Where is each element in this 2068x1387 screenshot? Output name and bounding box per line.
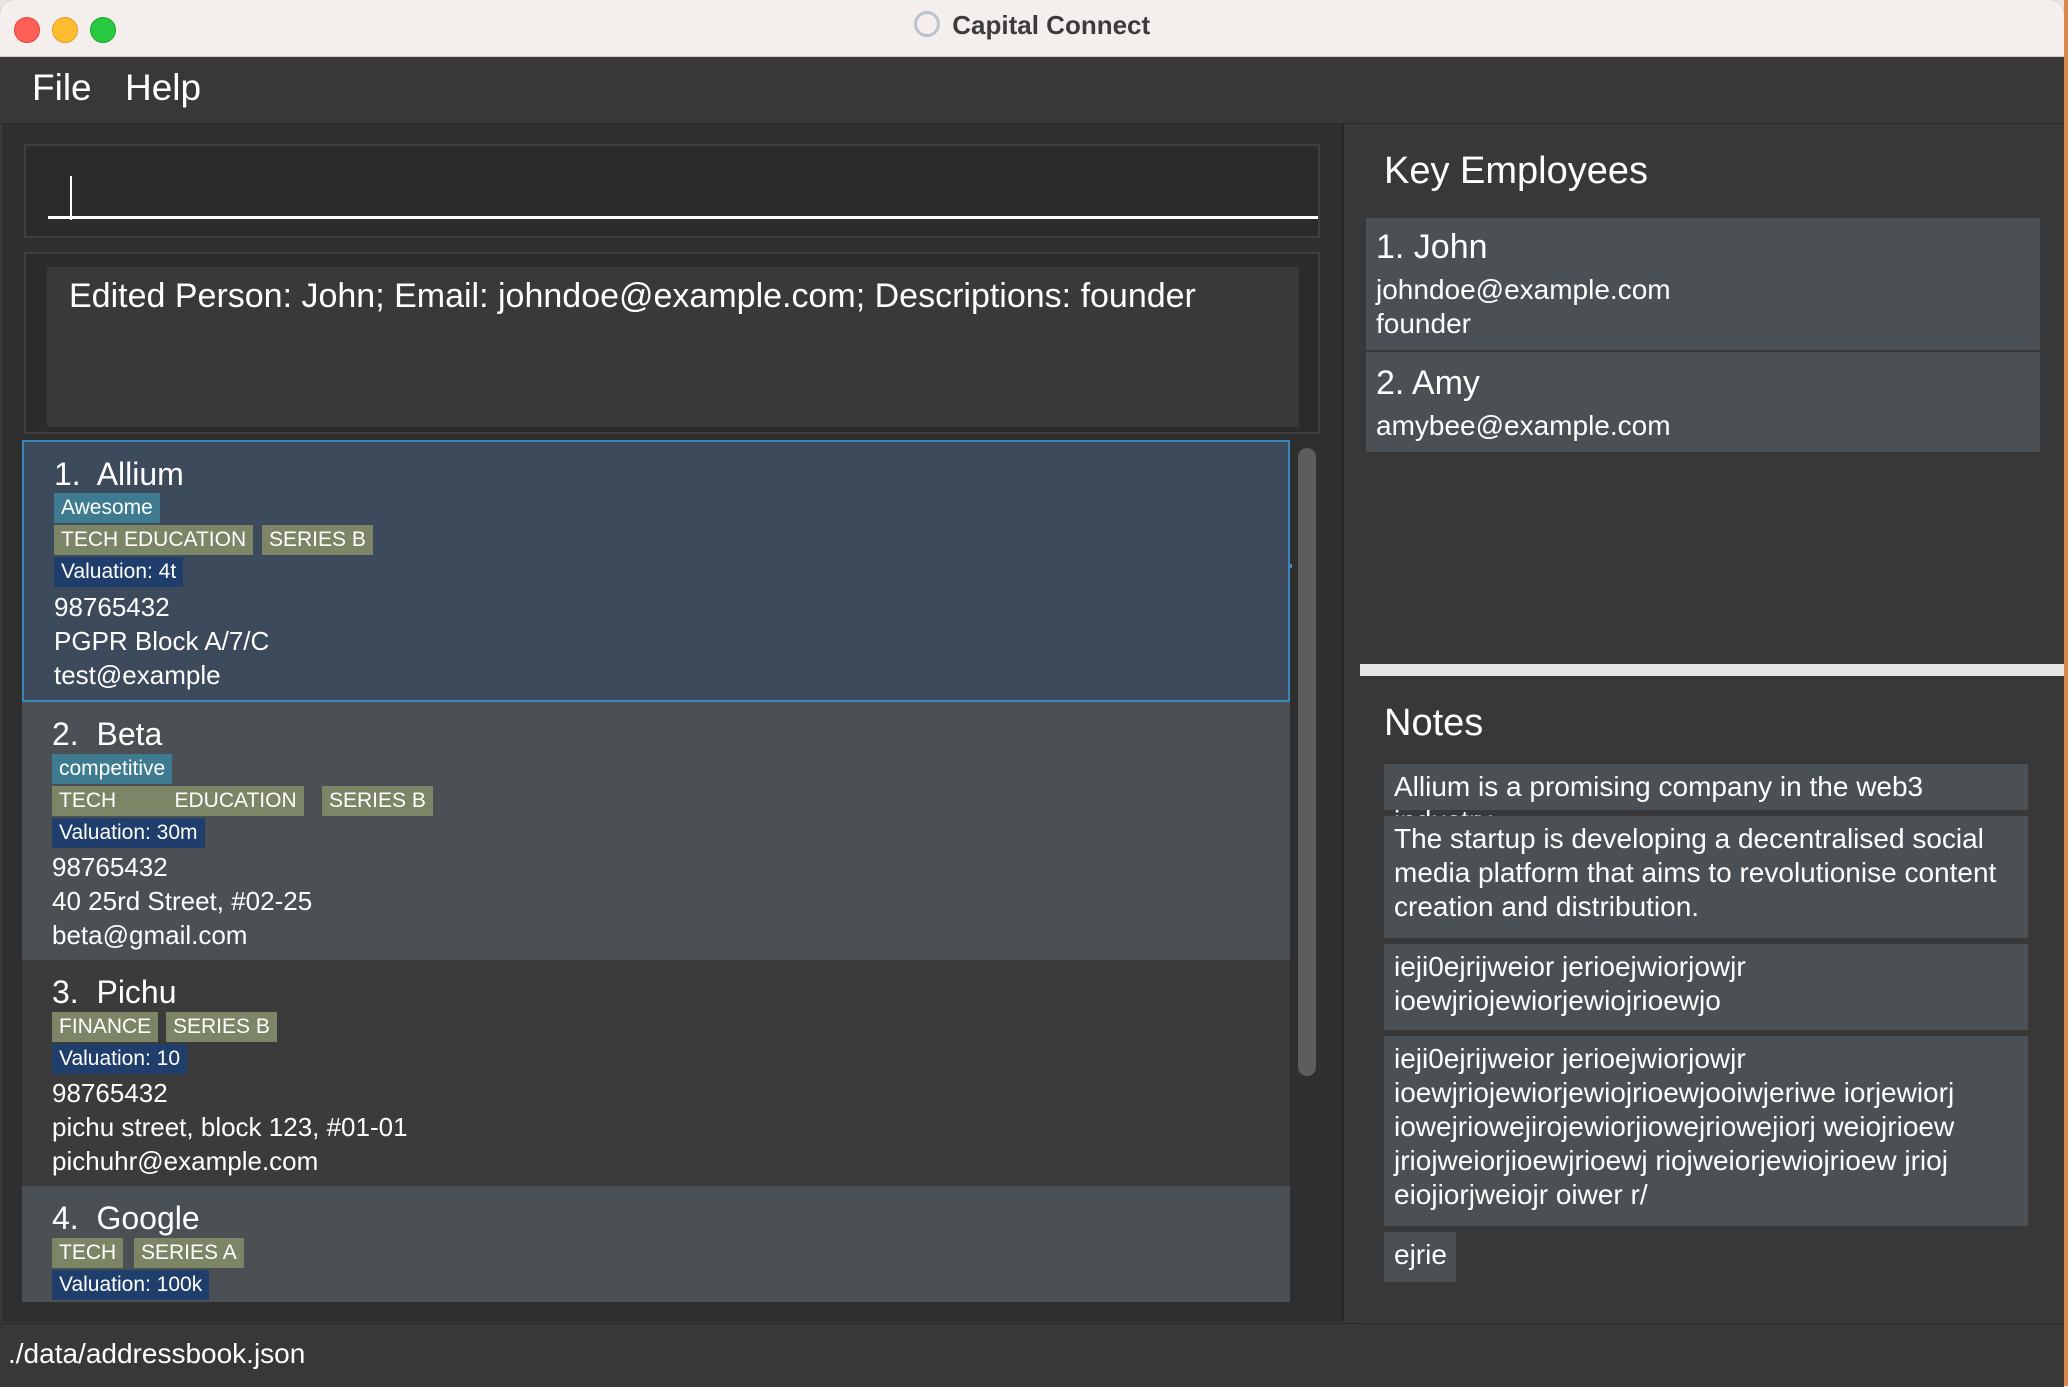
window-title: Capital Connect (952, 10, 1151, 40)
notes-panel: Notes Allium is a promising company in t… (1360, 676, 2064, 1322)
note-item: The startup is developing a decentralise… (1384, 816, 2028, 938)
industry-tag: TECH EDUCATION (52, 786, 304, 816)
result-text-area: Edited Person: John; Email: johndoe@exam… (46, 266, 1300, 428)
note-item: ieji0ejrijweior jerioejwiorjowjr ioewjri… (1384, 1036, 2028, 1226)
company-address: pichu street, block 123, #01-01 (52, 1112, 408, 1142)
key-employees-title: Key Employees (1384, 150, 1649, 192)
valuation-tag: Valuation: 100k (52, 1270, 210, 1300)
company-phone: 98765432 (52, 1078, 168, 1108)
command-box (24, 144, 1320, 238)
window-edge (2064, 0, 2068, 1386)
funding-tag: SERIES B (166, 1012, 277, 1042)
menu-file[interactable]: File (32, 67, 92, 109)
company-name: 4. Google (52, 1200, 200, 1236)
panel-divider[interactable] (1360, 664, 2064, 676)
company-address: PGPR Block A/7/C (54, 626, 270, 656)
company-phone: 98765432 (52, 852, 168, 882)
employee-card[interactable]: 2. Amy amybee@example.com (1366, 352, 2040, 452)
notes-title: Notes (1384, 702, 1484, 744)
menu-bar: File Help (0, 57, 2064, 124)
valuation-tag: Valuation: 30m (52, 818, 205, 848)
valuation-tag: Valuation: 4t (54, 557, 184, 587)
text-caret (70, 176, 72, 220)
right-panel: Key Employees 1. John johndoe@example.co… (1360, 124, 2064, 1322)
company-phone: 98765432 (54, 592, 170, 622)
description-tag: Awesome (54, 493, 160, 523)
funding-tag: SERIES B (262, 525, 373, 555)
title-wrap: Capital Connect (0, 10, 2064, 41)
company-name: 3. Pichu (52, 974, 177, 1010)
company-card[interactable]: 2. Beta competitive TECH EDUCATION SERIE… (22, 702, 1290, 960)
list-scrollbar-thumb[interactable] (1298, 448, 1316, 1076)
result-display: Edited Person: John; Email: johndoe@exam… (24, 252, 1320, 434)
result-message: Edited Person: John; Email: johndoe@exam… (69, 277, 1196, 315)
company-card[interactable]: 3. Pichu FINANCE SERIES B Valuation: 10 … (22, 960, 1290, 1186)
company-name: 2. Beta (52, 716, 163, 752)
employee-name: 2. Amy (1376, 364, 1480, 402)
menu-help[interactable]: Help (125, 67, 201, 109)
description-tag: competitive (52, 754, 173, 784)
note-item: Allium is a promising company in the web… (1384, 764, 2028, 836)
company-card[interactable]: 4. Google TECH SERIES A Valuation: 100k (22, 1186, 1290, 1302)
funding-tag: SERIES B (322, 786, 433, 816)
valuation-tag: Valuation: 10 (52, 1044, 188, 1074)
employee-card[interactable]: 1. John johndoe@example.com founder (1366, 218, 2040, 350)
industry-tag: FINANCE (52, 1012, 159, 1042)
company-name: 1. Allium (54, 456, 184, 492)
note-item: ejrie (1384, 1232, 1456, 1282)
note-item: ieji0ejrijweior jerioejwiorjowjr ioewjri… (1384, 944, 2028, 1030)
company-card[interactable]: 1. Allium Awesome TECH EDUCATION SERIES … (22, 440, 1290, 702)
status-file-path: ./data/addressbook.json (8, 1338, 306, 1369)
employee-email: johndoe@example.com (1376, 274, 1671, 305)
command-input[interactable] (48, 166, 1318, 219)
company-address: 40 25rd Street, #02-25 (52, 886, 313, 916)
status-bar: ./data/addressbook.json (0, 1323, 2064, 1387)
industry-tag: TECH EDUCATION (54, 525, 254, 555)
key-employees-panel: Key Employees 1. John johndoe@example.co… (1360, 124, 2064, 664)
company-email: pichuhr@example.com (52, 1146, 319, 1176)
employee-email: amybee@example.com (1376, 410, 1671, 441)
employee-name: 1. John (1376, 228, 1488, 266)
industry-tag: TECH (52, 1238, 124, 1268)
employee-description: founder (1376, 308, 1471, 339)
title-bar: Capital Connect (0, 0, 2064, 57)
company-email: test@example (54, 660, 221, 690)
funding-tag: SERIES A (134, 1238, 244, 1268)
app-logo-icon (913, 10, 940, 37)
company-email: beta@gmail.com (52, 920, 248, 950)
